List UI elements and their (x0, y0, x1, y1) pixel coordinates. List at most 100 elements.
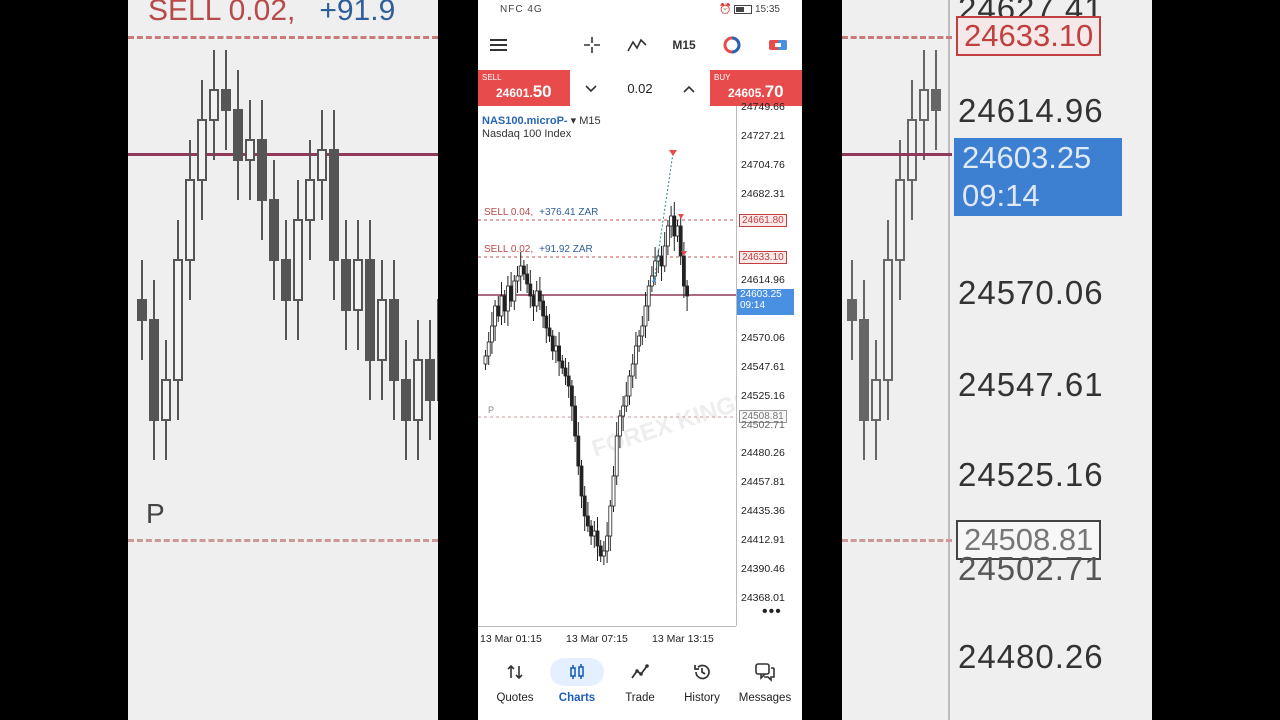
bg-candle-body (149, 319, 159, 421)
bg-price-line (842, 153, 952, 156)
bg-candle-body (317, 149, 327, 181)
candle-body (630, 363, 635, 377)
price-tick: 24704.76 (741, 159, 785, 171)
trade-icon (608, 658, 672, 686)
candle-body (573, 405, 577, 437)
current-price-tag: 24603.25 09:14 (737, 289, 794, 315)
candle-body (515, 275, 520, 282)
volume-up-button[interactable] (683, 81, 695, 96)
alarm-icon: ⏰ (718, 4, 732, 15)
bg-candle-body (173, 259, 183, 381)
volume-down-button[interactable] (585, 81, 597, 96)
nav-trade[interactable]: Trade (608, 658, 672, 710)
bg-dash-line (842, 36, 952, 39)
candle-body (560, 360, 565, 369)
candle-body (566, 375, 571, 387)
sell-button[interactable]: SELL 24601.50 (478, 70, 570, 106)
candlestick-series: FOREX KINGS (478, 150, 736, 565)
bg-candle-body (931, 89, 941, 111)
candle-body (544, 315, 549, 329)
price-chart[interactable]: FOREX KINGS NAS100.microP- ▾ M15 Nasdaq … (478, 101, 802, 646)
candle-body (633, 345, 638, 365)
candle-body (502, 295, 507, 312)
price-tick: 24480.26 (741, 447, 785, 459)
candle-body (486, 341, 491, 357)
candle-body (605, 535, 609, 552)
candle-body (589, 525, 593, 537)
candle-body (659, 255, 664, 267)
bg-candle-body (137, 299, 147, 321)
candle-body (518, 265, 523, 277)
candle-body (531, 295, 536, 307)
volume-control: 0.02 (570, 70, 710, 106)
candle-body (522, 265, 526, 275)
watermark-text: FOREX KINGS (588, 386, 736, 463)
bg-candle-body (245, 139, 255, 161)
bg-candle-body (907, 119, 917, 181)
candle-body (538, 290, 542, 302)
price-axis: 24749.66 24727.21 24704.76 24682.31 2466… (736, 101, 802, 626)
candle-body (512, 280, 517, 302)
color-scheme-icon[interactable] (720, 32, 744, 58)
bg-candle-body (883, 259, 893, 381)
nav-charts[interactable]: Charts (545, 658, 609, 710)
candle-body (483, 355, 488, 365)
bg-candle-body (257, 139, 267, 201)
chart-toolbar: M15 (478, 28, 802, 62)
bg-candle-body (305, 179, 315, 221)
candle-body (627, 375, 632, 397)
candle-body (489, 325, 494, 343)
indicators-icon[interactable] (625, 32, 649, 58)
bg-candle-body (197, 119, 207, 181)
candle-body (665, 225, 670, 247)
price-tick: 24457.81 (741, 476, 785, 488)
candle-body (496, 305, 501, 317)
bg-current-price-box: 24603.25 09:14 (954, 138, 1122, 216)
bg-candle-body (425, 359, 435, 401)
bg-price: 24525.16 (958, 456, 1104, 493)
bg-candle-body (281, 259, 291, 301)
crosshair-icon[interactable] (580, 32, 604, 58)
charts-icon (550, 658, 604, 686)
nav-messages[interactable]: Messages (733, 658, 797, 710)
timeframe-button[interactable]: M15 (668, 32, 700, 58)
bg-candle-body (161, 379, 171, 421)
bottom-navigation: Quotes Charts Trade History Messages (478, 646, 802, 720)
messages-icon (733, 658, 797, 686)
sell-order-price-tag: 24633.10 (739, 251, 787, 264)
candle-body (579, 465, 584, 497)
more-options-button[interactable]: ••• (762, 603, 782, 621)
status-bar: NFC 4G ⏰ 15:35 (478, 0, 802, 22)
bg-price: 24480.26 (958, 638, 1104, 675)
candle-body (614, 435, 619, 477)
history-icon (670, 658, 734, 686)
menu-icon[interactable] (488, 32, 508, 58)
candle-body (586, 515, 590, 527)
order-line-label-1[interactable]: SELL 0.04, +376.41 ZAR (484, 207, 598, 218)
candle-body (685, 285, 690, 297)
candle-body (528, 283, 533, 297)
candle-body (592, 530, 597, 537)
symbol-label[interactable]: NAS100.microP- ▾ M15 (482, 114, 601, 127)
price-tick: 24525.16 (741, 390, 785, 402)
candle-body (608, 505, 613, 537)
bg-price: 24614.96 (958, 92, 1104, 129)
price-tick: 24570.06 (741, 332, 785, 344)
nav-history[interactable]: History (670, 658, 734, 710)
order-line-label-2[interactable]: SELL 0.02, +91.92 ZAR (484, 244, 593, 255)
candle-body (499, 295, 504, 317)
one-click-trading-icon[interactable] (766, 32, 790, 58)
background-left-chart: SELL 0.02, +91.9 P (128, 0, 438, 720)
candle-body (643, 305, 648, 327)
bg-candle-body (847, 299, 857, 321)
time-label: 13 Mar 13:15 (652, 633, 714, 645)
candle-body (602, 550, 606, 557)
nav-quotes[interactable]: Quotes (483, 658, 547, 710)
phone-screen: NFC 4G ⏰ 15:35 M15 SELL 24601.50 0.02 BU… (478, 0, 802, 720)
background-right-axis: 24627.41 24633.10 24614.96 24603.25 09:1… (842, 0, 1152, 720)
volume-value[interactable]: 0.02 (627, 81, 652, 96)
bg-price-box-red: 24633.10 (956, 16, 1102, 56)
candle-body (672, 215, 677, 237)
candle-body (547, 327, 552, 337)
bg-candle-body (389, 299, 399, 381)
